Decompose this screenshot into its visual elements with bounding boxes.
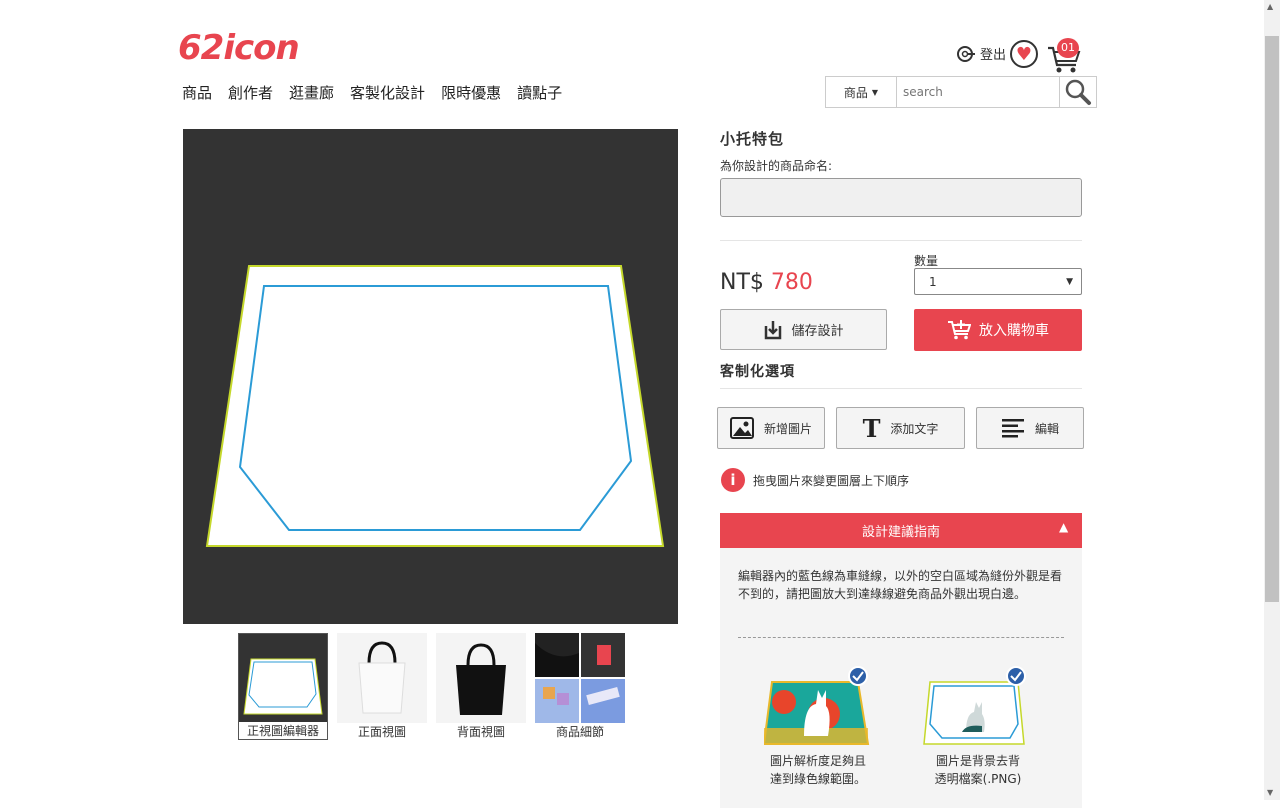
search-input[interactable]	[897, 77, 1059, 107]
info-icon: i	[721, 468, 745, 492]
scroll-up-icon[interactable]: ▲	[1267, 2, 1273, 11]
thumb-front-view[interactable]: 正面視圖	[337, 633, 427, 740]
scroll-down-icon[interactable]: ▼	[1267, 788, 1273, 797]
add-to-cart-label: 放入購物車	[979, 323, 1049, 339]
guide-example-1-caption-line1: 圖片解析度足夠且	[769, 754, 866, 768]
design-guide-text: 編輯器內的藍色線為車縫線，以外的空白區域為縫份外觀是看不到的，請把圖放大到達綠線…	[738, 569, 1063, 601]
layer-hint-text: 拖曳圖片來變更圖層上下順序	[753, 473, 910, 488]
edit-button[interactable]: 編輯	[976, 407, 1084, 449]
thumb-back-view[interactable]: 背面視圖	[436, 633, 526, 740]
save-icon	[765, 320, 782, 339]
nav-item-sale[interactable]: 限時優惠	[441, 82, 501, 103]
chevron-up-icon[interactable]: ▲	[1059, 520, 1068, 534]
image-icon	[729, 417, 754, 439]
nav-item-creators[interactable]: 創作者	[228, 82, 273, 103]
thumb-front-view-label: 正面視圖	[357, 725, 406, 739]
design-name-input[interactable]	[720, 178, 1082, 217]
design-name-label: 為你設計的商品命名:	[720, 159, 833, 173]
search-category-dropdown[interactable]: 商品 ▼	[826, 77, 897, 107]
save-design-label: 儲存設計	[791, 324, 844, 339]
guide-example-2-caption: 圖片是背景去背 透明檔案(.PNG)	[912, 752, 1044, 788]
quantity-select[interactable]: 1 ▼	[914, 268, 1082, 295]
quantity-label: 數量	[914, 254, 939, 268]
nav-item-ideas[interactable]: 讀點子	[517, 82, 562, 103]
customize-options-title: 客制化選項	[720, 364, 795, 380]
guide-example-2-caption-line1: 圖片是背景去背	[935, 754, 1020, 768]
logout-label: 登出	[980, 48, 1007, 63]
design-editor-canvas[interactable]	[183, 129, 678, 624]
heart-icon: ♥	[1015, 43, 1033, 65]
design-guide-header[interactable]: 設計建議指南	[720, 513, 1082, 548]
add-image-label: 新增圖片	[763, 421, 812, 436]
search-button[interactable]	[1059, 77, 1096, 107]
price-currency: NT$	[720, 270, 764, 295]
select-arrow-icon: ▼	[1066, 276, 1073, 287]
add-image-button[interactable]: 新增圖片	[717, 407, 825, 449]
nav-item-custom-design[interactable]: 客製化設計	[350, 82, 425, 103]
thumb-front-view-image	[337, 633, 427, 723]
site-logo[interactable]: 62icon	[178, 28, 300, 68]
thumb-details-image	[535, 633, 625, 723]
design-guide-title: 設計建議指南	[861, 525, 940, 540]
add-text-button[interactable]: T 添加文字	[836, 407, 965, 449]
scrollbar-thumb[interactable]	[1265, 36, 1279, 602]
nav-item-gallery[interactable]: 逛畫廊	[289, 82, 334, 103]
text-icon: T	[862, 413, 881, 443]
thumb-back-view-label: 背面視圖	[456, 725, 505, 739]
guide-example-1-caption: 圖片解析度足夠且 達到綠色線範圍。	[752, 752, 884, 788]
thumb-details-label: 商品細節	[555, 725, 604, 739]
add-text-label: 添加文字	[890, 421, 939, 436]
search-bar: 商品 ▼	[825, 76, 1097, 108]
guide-example-1-caption-line2: 達到綠色線範圍。	[769, 772, 866, 786]
bleed-area	[205, 265, 665, 547]
product-title: 小托特包	[720, 130, 785, 148]
thumb-front-editor[interactable]: 正視圖編輯器	[238, 633, 328, 740]
guide-example-good-resolution-image	[764, 666, 870, 745]
save-design-button[interactable]: 儲存設計	[720, 309, 887, 350]
guide-example-transparent-png-image	[923, 666, 1026, 745]
thumb-back-view-image	[436, 633, 526, 723]
add-to-cart-button[interactable]: 放入購物車	[914, 309, 1082, 351]
divider	[720, 388, 1082, 389]
price-amount: 780	[770, 270, 813, 295]
thumb-front-editor-image	[239, 634, 327, 722]
divider	[720, 240, 1082, 241]
view-thumbnails: 正視圖編輯器 正面視圖 背面視圖 商品細節	[238, 633, 625, 740]
caret-down-icon: ▼	[871, 87, 879, 97]
thumb-details[interactable]: 商品細節	[535, 633, 625, 740]
wishlist-button[interactable]: ♥	[1010, 40, 1038, 68]
add-cart-icon	[948, 320, 971, 340]
search-category-label: 商品	[843, 85, 868, 100]
logout-icon	[957, 45, 975, 62]
search-icon	[1065, 79, 1091, 105]
divider	[738, 637, 1064, 638]
nav-item-products[interactable]: 商品	[182, 82, 212, 103]
logout-link[interactable]: 登出	[956, 44, 1006, 63]
thumb-front-editor-label: 正視圖編輯器	[246, 724, 319, 738]
layer-hint: i 拖曳圖片來變更圖層上下順序	[721, 468, 909, 492]
edit-label: 編輯	[1034, 421, 1059, 436]
main-nav: 商品 創作者 逛畫廊 客製化設計 限時優惠 讀點子	[182, 82, 578, 103]
quantity-value: 1	[929, 274, 937, 289]
product-price: NT$ 780	[720, 270, 813, 295]
cart-count-badge: 01	[1057, 38, 1079, 58]
align-left-icon	[1001, 419, 1024, 438]
guide-example-2-caption-line2: 透明檔案(.PNG)	[934, 772, 1022, 786]
